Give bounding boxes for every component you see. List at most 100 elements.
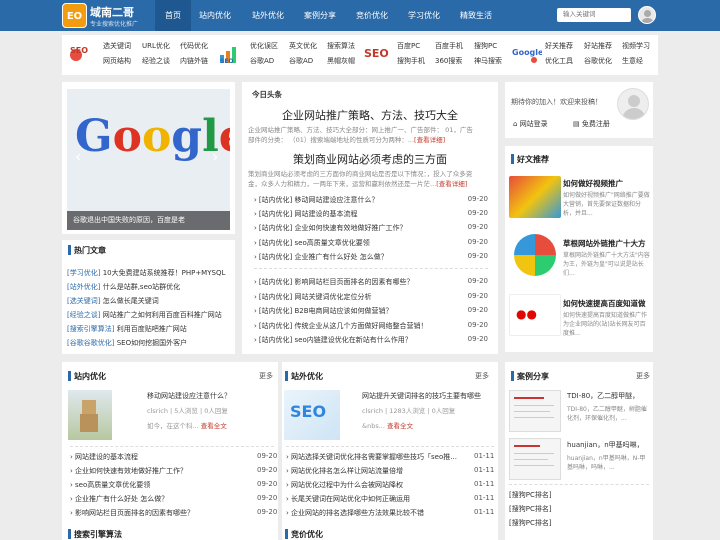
offsite-feature-title[interactable]: 网站提升关键词排名的技巧主要有哪些 [362, 391, 481, 401]
hot-item-1[interactable]: [学习优化] 10大免费建站系统推荐！PHP+MYSQL [67, 268, 225, 278]
links-promo-thumb[interactable] [514, 234, 556, 276]
news-item[interactable]: › [站内优化] 移动网站建设应注意什么？ 09-20 [254, 195, 488, 205]
rec-3-title[interactable]: 如何快速提高百度知道做 [563, 298, 646, 309]
link-360[interactable]: 360搜索 [435, 56, 462, 66]
onsite-list-item[interactable]: › 企业如何快速有效地做好推广工作？ 09-20 [70, 466, 277, 476]
nav-home[interactable]: 首页 [155, 0, 191, 31]
hot-item-3[interactable]: [选关键词] 怎么做长尾关键词 [67, 296, 159, 306]
link-code[interactable]: 代码优化 [180, 41, 208, 51]
nav-offsite[interactable]: 站外优化 [252, 0, 284, 31]
case-list-item[interactable]: [搜狗PC排名] [509, 490, 552, 500]
logo-subtitle: 专业搜索优化推广 [90, 21, 139, 28]
nav-cases[interactable]: 案例分享 [304, 0, 336, 31]
news-item[interactable]: › [站内优化] 网站关键词优化定位分析 09-20 [254, 292, 488, 302]
link-google-ad[interactable]: 谷歌AD [250, 56, 274, 66]
headline-1-more[interactable]: [查看详细] [414, 136, 445, 144]
offsite-readmore[interactable]: 查看全文 [387, 422, 413, 430]
onsite-feature-desc: 如今，在这个科... 查看全文 [147, 422, 227, 430]
case-2-thumb[interactable] [509, 438, 561, 480]
link-good-sites[interactable]: 好站推荐 [584, 41, 612, 51]
link-blackhat[interactable]: 黑帽灰帽 [327, 56, 355, 66]
slider-prev-icon[interactable]: ‹ [75, 147, 81, 166]
onsite-section: 站内优化 更多 移动网站建设应注意什么？ clsrich | 5人浏览 | 0人… [62, 362, 278, 540]
register-button[interactable]: ▤ 免费注册 [573, 118, 610, 131]
news-item[interactable]: › [站内优化] seo内链建设优化在新站有什么作用？ 09-20 [254, 335, 488, 345]
baidu-thumb[interactable]: ●● [509, 294, 561, 336]
search-input[interactable] [557, 8, 631, 22]
link-shenma[interactable]: 神马搜索 [474, 56, 502, 66]
nav-life[interactable]: 精致生活 [460, 0, 492, 31]
link-business[interactable]: 生意经 [622, 56, 643, 66]
onsite-list-item[interactable]: › 网站建设的基本流程 09-20 [70, 452, 277, 462]
offsite-title: 站外优化 [285, 371, 323, 381]
news-item[interactable]: › [站内优化] 网站建设的基本流程 09-20 [254, 209, 488, 219]
link-links[interactable]: 内链外链 [180, 56, 208, 66]
video-promo-thumb[interactable] [509, 176, 561, 218]
news-item[interactable]: › [站内优化] 企业如何快速有效地做好推广工作？ 09-20 [254, 223, 488, 233]
link-experience[interactable]: 经验之谈 [142, 56, 170, 66]
rec-1-title[interactable]: 如何做好视频推广 [563, 178, 623, 189]
case-1-thumb[interactable] [509, 390, 561, 432]
logo-letter: o [112, 111, 142, 162]
onsite-readmore[interactable]: 查看全文 [201, 422, 227, 430]
nav-onsite[interactable]: 站内优化 [199, 0, 231, 31]
offsite-feature-thumb[interactable]: SEO [284, 390, 340, 440]
slider-caption[interactable]: 谷歌退出中国失败的原因，百度是老 [67, 211, 230, 230]
offsite-list-item[interactable]: › 长尾关键词在网站优化中如何正确运用 01-11 [286, 494, 494, 504]
news-item[interactable]: › [站内优化] 传统企业从这几个方面做好网络整合营销！ 09-20 [254, 321, 488, 331]
slider-next-icon[interactable]: › [212, 147, 218, 166]
link-baidu-pc[interactable]: 百度PC [397, 41, 420, 51]
link-url[interactable]: URL优化 [142, 41, 170, 51]
offsite-list-item[interactable]: › 企业网站的排名选择哪些方法效果比较不错 01-11 [286, 508, 494, 518]
headline-1-title[interactable]: 企业网站推广策略、方法、技巧大全 [282, 107, 458, 123]
offsite-list-item[interactable]: › 网站优化过程中为什么会被网站降权 01-11 [286, 480, 494, 490]
link-video[interactable]: 视频学习 [622, 41, 650, 51]
onsite-feature-title[interactable]: 移动网站建设应注意什么？ [147, 391, 231, 401]
link-algorithm[interactable]: 搜索算法 [327, 41, 355, 51]
cases-more-link[interactable]: 更多 [636, 371, 650, 381]
offsite-more-link[interactable]: 更多 [475, 371, 489, 381]
link-tools[interactable]: 优化工具 [545, 56, 573, 66]
news-item[interactable]: › [站内优化] seo高质量文章优化要领 09-20 [254, 238, 488, 248]
news-item[interactable]: › [站内优化] 企业推广有什么好处 怎么做？ 09-20 [254, 252, 488, 262]
image-slider[interactable]: Google ‹ › 谷歌退出中国失败的原因，百度是老 [67, 89, 230, 230]
rec-2-title[interactable]: 草根网站外链推广十大方 [563, 238, 646, 249]
onsite-more-link[interactable]: 更多 [259, 371, 273, 381]
case-1-title[interactable]: TDI-80，乙二醇甲醚， [567, 391, 639, 401]
hot-item-4[interactable]: [经验之谈] 网站推广之如何利用百度百科推广网站 [67, 310, 222, 320]
link-google-opt[interactable]: 谷歌优化 [584, 56, 612, 66]
link-sogou-mobile[interactable]: 搜狗手机 [397, 56, 425, 66]
site-logo[interactable]: EO 域南二哥 专业搜索优化推广 [62, 2, 146, 30]
hot-item-5[interactable]: [搜索引擎算法] 利用百度贴吧推广网站 [67, 324, 187, 334]
hot-item-2[interactable]: [站外优化] 什么是站群,seo站群优化 [67, 282, 180, 292]
link-structure[interactable]: 网页结构 [103, 56, 131, 66]
nav-bidding[interactable]: 竞价优化 [356, 0, 388, 31]
guest-avatar-icon [617, 88, 649, 120]
link-sogou-pc[interactable]: 搜狗PC [474, 41, 497, 51]
link-friend-recommend[interactable]: 好关推荐 [545, 41, 573, 51]
user-avatar-icon[interactable] [638, 6, 656, 24]
onsite-list-item[interactable]: › 影响网站栏目页面排名的因素有哪些？ 09-20 [70, 508, 277, 518]
hot-item-6[interactable]: [谷歌谷歌优化] SEO如何挖掘国外客户 [67, 338, 187, 348]
link-baidu-mobile[interactable]: 百度手机 [435, 41, 463, 51]
news-item[interactable]: › [站内优化] B2B电商网站应该如何做营销？ 09-20 [254, 306, 488, 316]
offsite-list-item[interactable]: › 网站优化排名怎么样让网站流量倍增 01-11 [286, 466, 494, 476]
link-keywords[interactable]: 选关键词 [103, 41, 131, 51]
login-button[interactable]: ⌂ 网站登录 [513, 118, 548, 131]
link-mistakes[interactable]: 优化误区 [250, 41, 278, 51]
headline-2-more[interactable]: [查看详细] [436, 180, 467, 188]
headline-2-title[interactable]: 策划商业网站必须考虑的三方面 [293, 151, 447, 167]
onsite-list-item[interactable]: › seo高质量文章优化要领 09-20 [70, 480, 277, 490]
link-google-ad-2[interactable]: 谷歌AD [289, 56, 313, 66]
logo-letter: e [219, 111, 230, 162]
news-item[interactable]: › [站内优化] 影响网站栏目页面排名的因素有哪些？ 09-20 [254, 277, 488, 287]
onsite-list-item[interactable]: › 企业推广有什么好处 怎么做？ 09-20 [70, 494, 277, 504]
nav-learning[interactable]: 学习优化 [408, 0, 440, 31]
case-2-title[interactable]: huanjian，n甲基吗啉， [567, 440, 644, 450]
doc-icon: ▤ [573, 120, 580, 128]
offsite-list-item[interactable]: › 网站选择关键词优化排名需要掌握哪些技巧「seo推... 01-11 [286, 452, 494, 462]
case-list-item[interactable]: [搜狗PC排名] [509, 518, 552, 528]
case-list-item[interactable]: [搜狗PC排名] [509, 504, 552, 514]
onsite-feature-thumb[interactable] [68, 390, 112, 440]
link-english[interactable]: 英文优化 [289, 41, 317, 51]
